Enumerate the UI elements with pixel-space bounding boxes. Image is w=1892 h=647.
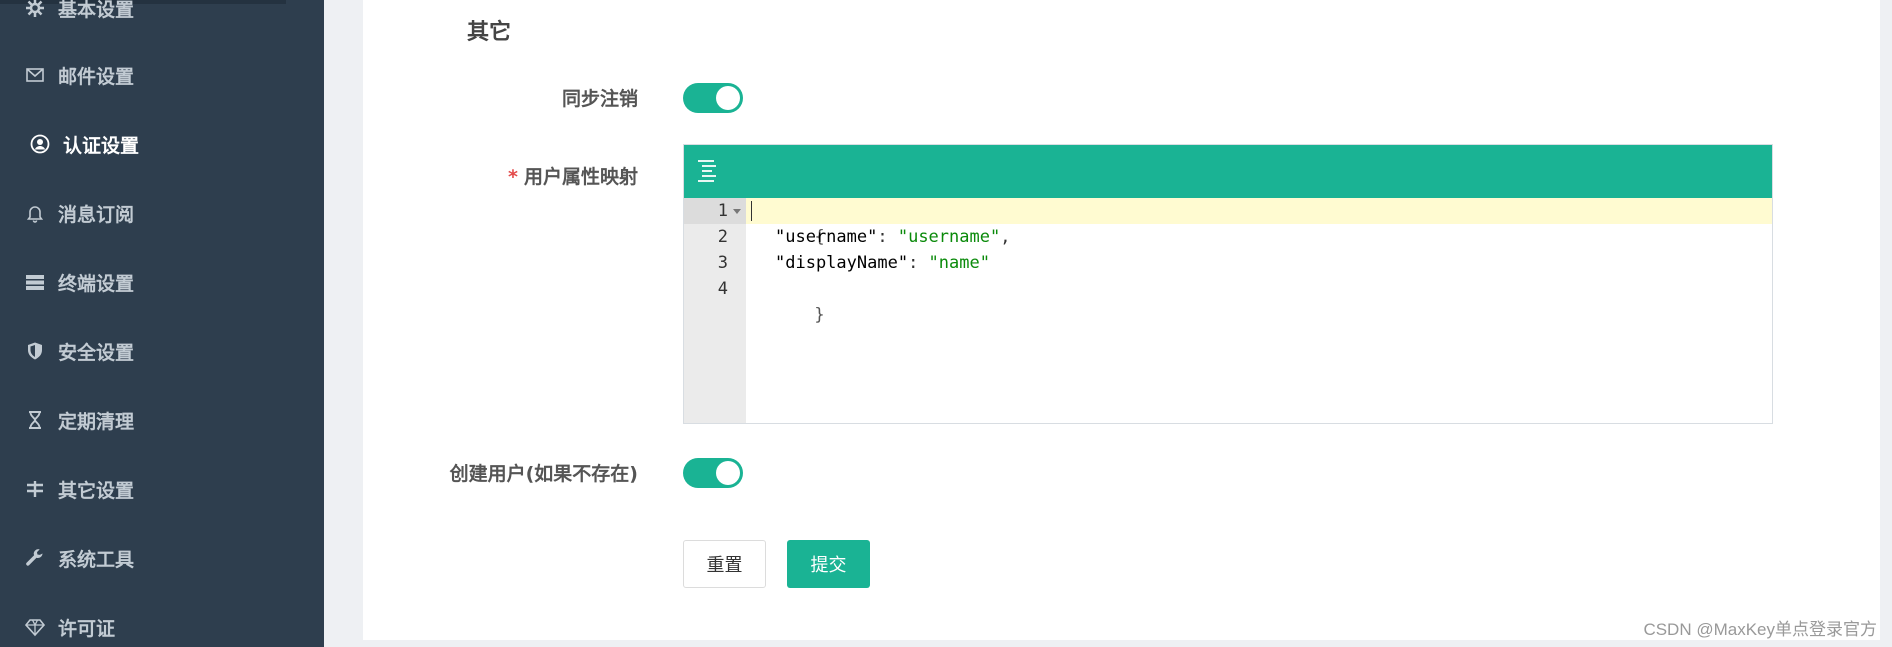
sidebar-item-label: 基本设置 <box>58 0 135 21</box>
submit-button[interactable]: 提交 <box>787 540 870 588</box>
code-line-1: { <box>814 227 825 247</box>
text-cursor <box>751 201 752 221</box>
sync-logout-label: 同步注销 <box>561 88 638 110</box>
active-line-highlight <box>746 198 1772 224</box>
required-mark: * <box>508 166 518 188</box>
diamond-icon <box>24 616 46 638</box>
wrench-icon <box>24 547 46 569</box>
shield-icon <box>24 340 46 362</box>
reset-button[interactable]: 重置 <box>683 540 766 588</box>
attr-mapping-label-text: 用户属性映射 <box>523 166 638 188</box>
sync-logout-toggle[interactable] <box>683 83 743 113</box>
watermark: CSDN @MaxKey单点登录官方 <box>1643 620 1877 639</box>
editor-body[interactable]: 1 2 3 4 { "username": "username", "displ… <box>684 198 1772 423</box>
bell-icon <box>24 202 46 224</box>
format-icon[interactable] <box>696 158 722 184</box>
line-number: 4 <box>717 279 728 299</box>
code-line-4: } <box>814 305 825 325</box>
sidebar-item-label: 许可证 <box>58 617 116 640</box>
sidebar-item-label: 终端设置 <box>58 272 135 295</box>
sidebar-item-label: 安全设置 <box>58 341 135 364</box>
line-number: 1 <box>717 201 728 221</box>
line-number: 2 <box>717 227 728 247</box>
gear-icon <box>24 0 46 19</box>
sidebar-item-label: 消息订阅 <box>58 203 135 226</box>
toggle-knob <box>716 86 740 110</box>
editor-toolbar <box>684 145 1772 198</box>
create-user-label: 创建用户(如果不存在) <box>449 463 638 485</box>
sidebar-item-security-settings[interactable]: 安全设置 <box>0 327 324 375</box>
sidebar: 基本设置 邮件设置 认证设置 消息订阅 终端设置 安全设置 定期清理 其它设置 … <box>0 0 324 647</box>
mail-icon <box>24 64 46 86</box>
user-circle-icon <box>29 133 51 155</box>
sidebar-item-other-settings[interactable]: 其它设置 <box>0 465 324 513</box>
code-line-3: "displayName": "name" <box>775 253 990 273</box>
sidebar-item-message-subscription[interactable]: 消息订阅 <box>0 189 324 237</box>
hourglass-icon <box>24 409 46 431</box>
section-title: 其它 <box>467 20 512 45</box>
sliders-icon <box>24 478 46 500</box>
toggle-knob <box>716 461 740 485</box>
sidebar-item-terminal-settings[interactable]: 终端设置 <box>0 258 324 306</box>
sidebar-item-system-tools[interactable]: 系统工具 <box>0 534 324 582</box>
attr-mapping-label: * 用户属性映射 <box>508 162 638 189</box>
json-editor[interactable]: 1 2 3 4 { "username": "username", "displ… <box>683 144 1773 424</box>
server-icon <box>24 271 46 293</box>
sidebar-item-label: 定期清理 <box>58 410 135 433</box>
sidebar-item-license[interactable]: 许可证 <box>0 603 324 647</box>
sidebar-item-basic-settings[interactable]: 基本设置 <box>0 0 324 32</box>
sidebar-item-label: 其它设置 <box>58 479 135 502</box>
sidebar-item-scheduled-cleanup[interactable]: 定期清理 <box>0 396 324 444</box>
sidebar-item-auth-settings[interactable]: 认证设置 <box>0 120 324 168</box>
sidebar-item-label: 认证设置 <box>63 134 140 157</box>
fold-arrow-icon[interactable] <box>733 209 741 214</box>
sidebar-item-label: 邮件设置 <box>58 65 135 88</box>
line-number: 3 <box>717 253 728 273</box>
sidebar-item-label: 系统工具 <box>58 548 135 571</box>
sidebar-item-mail-settings[interactable]: 邮件设置 <box>0 51 324 99</box>
code-line-2: "username": "username", <box>775 227 1011 247</box>
create-user-toggle[interactable] <box>683 458 743 488</box>
